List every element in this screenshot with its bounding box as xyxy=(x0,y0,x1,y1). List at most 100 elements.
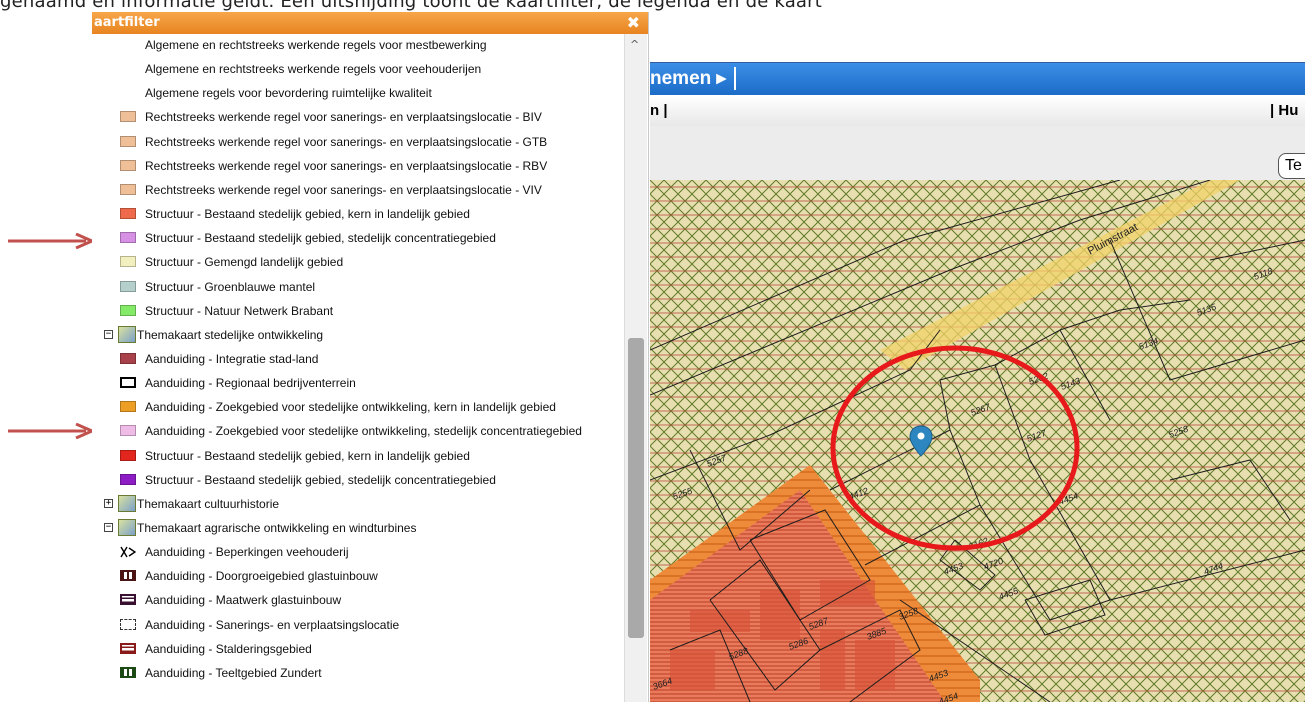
red-arrow-icon xyxy=(8,233,96,249)
nav-item-ondernemen[interactable]: nemen ▸ xyxy=(650,67,737,90)
legend-label: Structuur - Gemengd landelijk gebied xyxy=(145,255,344,270)
legend-swatch-icon xyxy=(120,401,136,413)
legend-swatch-icon xyxy=(120,473,136,485)
legend-label: Rechtstreeks werkende regel voor sanerin… xyxy=(145,110,542,125)
legend-item[interactable]: − Themakaart stedelijke ontwikkeling xyxy=(92,324,624,348)
legend-item[interactable]: Structuur - Gemengd landelijk gebied xyxy=(92,251,624,275)
legend-item[interactable]: Aanduiding - Maatwerk glastuinbouw xyxy=(92,589,624,613)
legend-label: Algemene regels voor bevordering ruimtel… xyxy=(145,86,432,101)
theme-map-icon xyxy=(118,325,136,343)
legend-item[interactable]: Rechtstreeks werkende regel voor sanerin… xyxy=(92,106,624,130)
legend-label: Structuur - Bestaand stedelijk gebied, s… xyxy=(145,231,496,246)
scroll-up-icon[interactable]: ^ xyxy=(630,38,639,51)
map-header-strip xyxy=(650,126,1305,181)
collapse-icon[interactable]: − xyxy=(104,523,113,532)
legend-label: Aanduiding - Regionaal bedrijventerrein xyxy=(145,376,356,391)
legend-item[interactable]: Aanduiding - Doorgroeigebied glastuinbou… xyxy=(92,565,624,589)
legend-label: Structuur - Natuur Netwerk Brabant xyxy=(145,303,334,318)
close-icon[interactable]: ✖ xyxy=(627,13,640,32)
legend-item[interactable]: Rechtstreeks werkende regel voor sanerin… xyxy=(92,131,624,155)
legend-item[interactable]: Structuur - Bestaand stedelijk gebied, s… xyxy=(92,227,624,251)
legend-label: Aanduiding - Zoekgebied voor stedelijke … xyxy=(145,400,556,415)
legend-label: Structuur - Bestaand stedelijk gebied, k… xyxy=(145,448,470,463)
scrollbar[interactable]: ^ xyxy=(624,34,647,702)
panel-title: aartfilter xyxy=(94,15,160,30)
red-arrow-icon xyxy=(8,423,96,439)
legend-label: Themakaart stedelijke ontwikkeling xyxy=(137,327,324,342)
legend-swatch-icon xyxy=(120,377,136,389)
legend-item[interactable]: − Themakaart agrarische ontwikkeling en w… xyxy=(92,517,624,541)
main-navigation: nemen ▸ xyxy=(650,62,1305,95)
legend-label: Aanduiding - Beperkingen veehouderij xyxy=(145,545,349,560)
legend-label: Structuur - Bestaand stedelijk gebied, k… xyxy=(145,207,470,222)
legend-label: Algemene en rechtstreeks werkende regels… xyxy=(145,38,487,52)
legend-swatch-icon xyxy=(120,666,136,678)
expand-icon[interactable]: + xyxy=(104,498,113,508)
legend-item[interactable]: Aanduiding - Regionaal bedrijventerrein xyxy=(92,372,624,396)
legend-swatch-icon xyxy=(120,642,136,654)
left-gutter xyxy=(0,12,96,702)
legend-list: Algemene en rechtstreeks werkende regels… xyxy=(92,34,624,702)
legend-swatch-icon xyxy=(120,304,136,316)
legend-label: Structuur - Bestaand stedelijk gebied, s… xyxy=(145,472,496,487)
map-toolbar: n | | Hu xyxy=(650,96,1305,127)
legend-label: Aanduiding - Zoekgebied voor stedelijke … xyxy=(145,424,582,439)
legend-swatch-icon xyxy=(120,618,136,630)
legend-item[interactable]: Aanduiding - Zoekgebied voor stedelijke … xyxy=(92,396,624,420)
toolbar-right-text[interactable]: | Hu xyxy=(1270,102,1298,119)
legend-item[interactable]: Structuur - Groenblauwe mantel xyxy=(92,276,624,300)
legend-label: Rechtstreeks werkende regel voor sanerin… xyxy=(145,182,542,197)
legend-label: Themakaart cultuurhistorie xyxy=(137,496,280,511)
legend-item[interactable]: Aanduiding - Teeltgebied Zundert xyxy=(92,662,624,686)
legend-label: Aanduiding - Maatwerk glastuinbouw xyxy=(145,593,342,608)
legend-item[interactable]: Structuur - Natuur Netwerk Brabant xyxy=(92,300,624,324)
map-application: nemen ▸ n | | Hu Pluimstraat 5118 5135 5… xyxy=(650,12,1305,702)
legend-item[interactable]: + Themakaart cultuurhistorie xyxy=(92,493,624,517)
legend-item[interactable]: Algemene regels voor bevordering ruimtel… xyxy=(92,82,624,106)
theme-map-icon xyxy=(118,494,136,512)
legend-item[interactable]: Aanduiding - Stalderingsgebied xyxy=(92,638,624,662)
legend-item[interactable]: Aanduiding - Sanerings- en verplaatsings… xyxy=(92,614,624,638)
legend-swatch-icon xyxy=(120,594,136,606)
caption-text: genaamd en informatie geldt. Een uitsnij… xyxy=(0,0,823,11)
legend-label: Aanduiding - Doorgroeigebied glastuinbou… xyxy=(145,569,378,584)
legend-label: Aanduiding - Integratie stad-land xyxy=(145,351,319,366)
map-canvas[interactable]: Pluimstraat 5118513551345143526252675127… xyxy=(650,180,1305,702)
legend-swatch-icon xyxy=(120,546,137,558)
panel-header: aartfilter ✖ xyxy=(92,12,648,34)
legend-item[interactable]: Structuur - Bestaand stedelijk gebied, k… xyxy=(92,203,624,227)
legend-item[interactable]: Structuur - Bestaand stedelijk gebied, k… xyxy=(92,445,624,469)
legend-label: Aanduiding - Sanerings- en verplaatsings… xyxy=(145,617,400,632)
legend-swatch-icon xyxy=(120,352,136,364)
legend-swatch-icon xyxy=(120,111,136,123)
scrollbar-thumb[interactable] xyxy=(628,338,644,638)
legend-item[interactable]: Algemene en rechtstreeks werkende regels… xyxy=(92,34,624,58)
theme-map-icon xyxy=(118,519,136,536)
map-filter-panel: aartfilter ✖ Algemene en rechtstreeks we… xyxy=(92,12,649,702)
legend-label: Algemene en rechtstreeks werkende regels… xyxy=(145,62,482,77)
legend-swatch-icon xyxy=(120,183,136,195)
legend-swatch-icon xyxy=(120,208,136,220)
legend-swatch-icon xyxy=(120,280,136,292)
legend-item[interactable]: Aanduiding - Beperkingen veehouderij xyxy=(92,541,624,565)
legend-item[interactable]: Rechtstreeks werkende regel voor sanerin… xyxy=(92,155,624,179)
legend-label: Rechtstreeks werkende regel voor sanerin… xyxy=(145,134,548,149)
legend-swatch-icon xyxy=(120,159,136,171)
toolbar-left-text[interactable]: n | xyxy=(650,102,668,119)
legend-label: Structuur - Groenblauwe mantel xyxy=(145,279,316,294)
legend-swatch-icon xyxy=(120,570,136,582)
collapse-icon[interactable]: − xyxy=(104,329,113,339)
legend-label: Rechtstreeks werkende regel voor sanerin… xyxy=(145,158,548,173)
legend-item[interactable]: Structuur - Bestaand stedelijk gebied, s… xyxy=(92,469,624,493)
legend-item[interactable]: Aanduiding - Zoekgebied voor stedelijke … xyxy=(92,420,624,444)
legend-item[interactable]: Rechtstreeks werkende regel voor sanerin… xyxy=(92,179,624,203)
legend-item[interactable]: Algemene en rechtstreeks werkende regels… xyxy=(92,58,624,82)
legend-label: Aanduiding - Stalderingsgebied xyxy=(145,641,312,656)
app-top-bar xyxy=(650,12,1305,62)
legend-item[interactable]: Aanduiding - Integratie stad-land xyxy=(92,348,624,372)
legend-swatch-icon xyxy=(120,425,136,437)
legend-swatch-icon xyxy=(120,232,136,244)
legend-swatch-icon xyxy=(120,449,136,461)
legend-label: Themakaart agrarische ontwikkeling en wi… xyxy=(137,521,417,535)
te-button[interactable]: Te xyxy=(1278,153,1305,179)
